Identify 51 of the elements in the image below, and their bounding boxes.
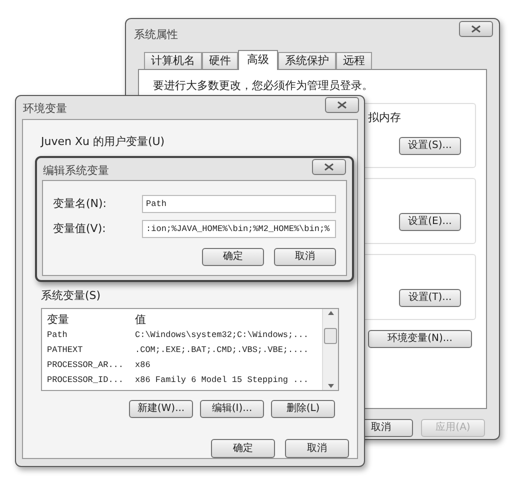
table-cell: C:\Windows\system32;C:\Windows;... xyxy=(135,329,308,342)
tab[interactable]: 系统保护 xyxy=(278,52,336,69)
list-row[interactable]: Path C:\Windows\system32;C:\Windows;... xyxy=(47,328,317,343)
close-icon xyxy=(337,101,347,109)
scroll-up-icon[interactable] xyxy=(328,311,334,315)
dialog-button[interactable]: 取消 xyxy=(274,248,336,266)
table-cell-text: PATHEXT xyxy=(47,344,84,357)
close-button[interactable] xyxy=(459,21,493,37)
dialog-button[interactable]: 确定 xyxy=(202,248,264,266)
column-header: 变量 xyxy=(47,312,70,328)
settings-button[interactable]: 设置(E)... xyxy=(399,212,461,230)
table-cell-text: PROCESSOR_ID... xyxy=(47,374,125,387)
close-icon xyxy=(471,25,481,33)
list-action-button[interactable]: 新建(W)... xyxy=(129,400,193,418)
field-label: 变量值(V): xyxy=(53,220,107,237)
scroll-down-icon[interactable] xyxy=(328,384,334,388)
settings-button[interactable]: 设置(T)... xyxy=(399,288,461,306)
list-row[interactable]: PROCESSOR_ID... x86 Family 6 Model 15 Stepping ... xyxy=(47,373,317,388)
dialog-button[interactable]: 取消 xyxy=(285,439,349,458)
user-variables-label: Juven Xu 的用户变量(U) xyxy=(41,134,166,150)
list-action-button[interactable]: 删除(L) xyxy=(271,400,335,418)
column-header: 值 xyxy=(135,312,146,328)
close-button[interactable] xyxy=(325,97,359,113)
window-title: 环境变量 xyxy=(23,101,67,117)
close-button[interactable] xyxy=(312,159,346,175)
table-cell-text: Path xyxy=(47,329,68,342)
list-row[interactable]: PATHEXT .COM;.EXE;.BAT;.CMD;.VBS;.VBE;.... xyxy=(47,343,317,358)
list-action-button[interactable]: 编辑(I)... xyxy=(200,400,264,418)
input-field[interactable]: :ion;%JAVA_HOME%\bin;%M2_HOME%\bin;% xyxy=(142,220,336,238)
environment-variables-button[interactable]: 环境变量(N)... xyxy=(368,330,472,348)
field-label: 变量名(N): xyxy=(53,196,108,212)
input-field[interactable]: Path xyxy=(142,195,336,213)
window-title: 系统属性 xyxy=(134,27,178,43)
section-text: 拟内存 xyxy=(368,110,402,126)
system-variables-label: 系统变量(S) xyxy=(41,288,102,304)
tab[interactable]: 高级 xyxy=(238,50,278,70)
scroll-thumb[interactable] xyxy=(324,328,337,344)
dialog-title: 编辑系统变量 xyxy=(43,163,109,179)
list-row[interactable]: PROCESSOR_AR... x86 xyxy=(47,358,317,373)
table-cell: .COM;.EXE;.BAT;.CMD;.VBS;.VBE;.... xyxy=(135,344,308,357)
scrollbar[interactable] xyxy=(322,309,338,390)
table-cell: x86 Family 6 Model 15 Stepping ... xyxy=(135,374,308,387)
tab[interactable]: 远程 xyxy=(336,52,372,69)
tab[interactable]: 计算机名 xyxy=(144,52,202,69)
dialog-button[interactable]: 确定 xyxy=(211,439,275,458)
notice-text: 要进行大多数更改，您必须作为管理员登录。 xyxy=(153,78,374,94)
table-cell: x86 xyxy=(135,359,150,372)
close-icon xyxy=(324,163,334,171)
tab[interactable]: 硬件 xyxy=(202,52,238,69)
table-cell-text: PROCESSOR_AR... xyxy=(47,359,125,372)
settings-button[interactable]: 设置(S)... xyxy=(399,136,461,154)
